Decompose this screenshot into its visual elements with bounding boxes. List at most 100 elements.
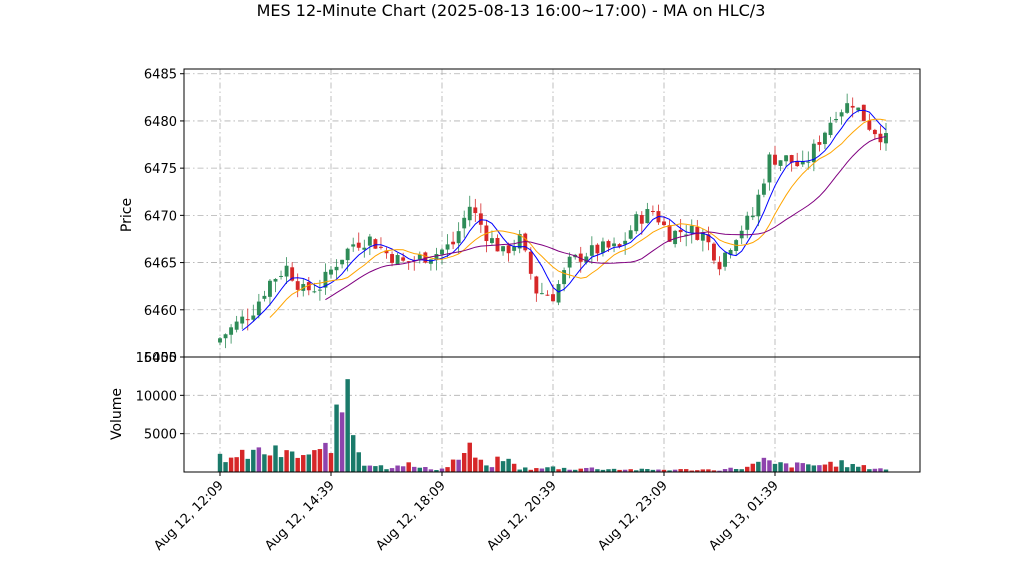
candle-body bbox=[795, 161, 800, 167]
volume-bar bbox=[345, 379, 350, 472]
candle-body bbox=[551, 294, 555, 302]
volume-bar bbox=[589, 467, 595, 472]
x-tick-label: Aug 12, 18:09 bbox=[373, 478, 449, 554]
candle-body bbox=[256, 301, 261, 316]
volume-bar bbox=[367, 465, 373, 472]
candle-body bbox=[451, 241, 456, 245]
volume-bar bbox=[817, 465, 822, 472]
candle-body bbox=[445, 244, 450, 250]
volume-bar bbox=[339, 412, 345, 472]
candle-body bbox=[273, 278, 278, 282]
candle-body bbox=[312, 291, 317, 293]
volume-bar bbox=[461, 453, 467, 472]
candle-body bbox=[456, 231, 461, 244]
volume-bar bbox=[767, 460, 772, 472]
volume-bar bbox=[334, 404, 339, 472]
volume-bar bbox=[389, 468, 395, 472]
volume-bar bbox=[800, 463, 805, 472]
volume-bar bbox=[794, 462, 800, 472]
candle-body bbox=[589, 245, 594, 256]
candle-body bbox=[462, 217, 467, 229]
candle-body bbox=[334, 266, 339, 271]
candle-body bbox=[373, 239, 378, 249]
price-axis-label: Price bbox=[119, 198, 135, 232]
candle-body bbox=[340, 259, 345, 265]
volume-bar bbox=[262, 454, 267, 472]
candle-body bbox=[351, 244, 356, 247]
volume-bar bbox=[789, 467, 794, 472]
volume-bar bbox=[534, 468, 539, 472]
volume-bar bbox=[362, 465, 367, 472]
candle-body bbox=[367, 236, 372, 246]
volume-bar bbox=[539, 468, 545, 472]
volume-bar bbox=[578, 468, 583, 472]
volume-bar bbox=[317, 449, 323, 472]
volume-bar bbox=[489, 467, 495, 472]
volume-bar bbox=[267, 455, 273, 472]
candle-body bbox=[545, 294, 550, 296]
volume-bar bbox=[844, 467, 850, 472]
candle-body bbox=[234, 321, 239, 330]
candle-body bbox=[778, 160, 783, 166]
price-frame bbox=[183, 68, 921, 358]
price-panel: 6455646064656470647564806485 bbox=[144, 68, 921, 366]
volume-bar bbox=[500, 461, 506, 472]
volume-bar bbox=[228, 457, 234, 472]
candle-body bbox=[667, 225, 672, 242]
volume-bar bbox=[850, 464, 855, 472]
volume-bar bbox=[772, 463, 778, 472]
price-tick-label: 6475 bbox=[144, 162, 177, 177]
volume-bar bbox=[750, 463, 756, 472]
candle-body bbox=[678, 229, 683, 233]
volume-bar bbox=[295, 457, 300, 472]
volume-bar bbox=[561, 467, 567, 472]
candle-body bbox=[501, 246, 505, 252]
volume-bar bbox=[251, 449, 256, 472]
volume-bar bbox=[806, 464, 811, 472]
candle-body bbox=[390, 254, 394, 263]
candle-body bbox=[650, 210, 655, 212]
volume-bar bbox=[301, 455, 306, 472]
x-tick-label: Aug 12, 12:09 bbox=[151, 478, 227, 554]
volume-bar bbox=[523, 467, 528, 472]
price-tick-label: 6480 bbox=[144, 115, 177, 130]
candle-body bbox=[562, 270, 567, 285]
candle-body bbox=[689, 225, 694, 234]
candle-body bbox=[662, 221, 666, 226]
x-axis-ticks: Aug 12, 12:09 Aug 12, 14:39 Aug 12, 18:09 A… bbox=[151, 472, 782, 554]
volume-bar bbox=[245, 458, 250, 472]
candle-body bbox=[861, 104, 866, 121]
candle-body bbox=[806, 161, 811, 163]
candle-body bbox=[773, 154, 777, 165]
volume-bar bbox=[223, 462, 228, 472]
volume-bar bbox=[584, 467, 589, 472]
volume-bar bbox=[356, 452, 361, 472]
candle-body bbox=[512, 246, 517, 251]
volume-bar bbox=[350, 435, 356, 472]
candle-body bbox=[601, 241, 605, 253]
candle-body bbox=[251, 315, 256, 320]
volume-bar bbox=[417, 467, 423, 472]
candle-body bbox=[478, 213, 483, 225]
volume-bar bbox=[856, 466, 861, 472]
volume-bar bbox=[511, 463, 517, 472]
volume-bar bbox=[439, 468, 445, 472]
x-tick-label: Aug 12, 23:09 bbox=[595, 478, 671, 554]
price-tick-label: 6470 bbox=[144, 209, 177, 224]
candle-body bbox=[268, 280, 272, 297]
volume-bar bbox=[456, 459, 461, 472]
candle-body bbox=[612, 243, 616, 247]
volume-bar bbox=[284, 450, 289, 472]
volume-bar bbox=[728, 467, 733, 472]
x-tick-label: Aug 12, 20:39 bbox=[484, 478, 560, 554]
candle-body bbox=[229, 327, 234, 335]
chart-title: MES 12-Minute Chart (2025-08-13 16:00~17… bbox=[257, 1, 766, 20]
volume-bar bbox=[400, 466, 406, 472]
volume-bar bbox=[423, 467, 428, 472]
volume-bar bbox=[217, 453, 223, 472]
candle-body bbox=[240, 316, 245, 324]
candle-body bbox=[295, 281, 300, 290]
candle-body bbox=[745, 215, 750, 230]
volume-bar bbox=[833, 466, 839, 472]
volume-bar bbox=[406, 462, 411, 472]
